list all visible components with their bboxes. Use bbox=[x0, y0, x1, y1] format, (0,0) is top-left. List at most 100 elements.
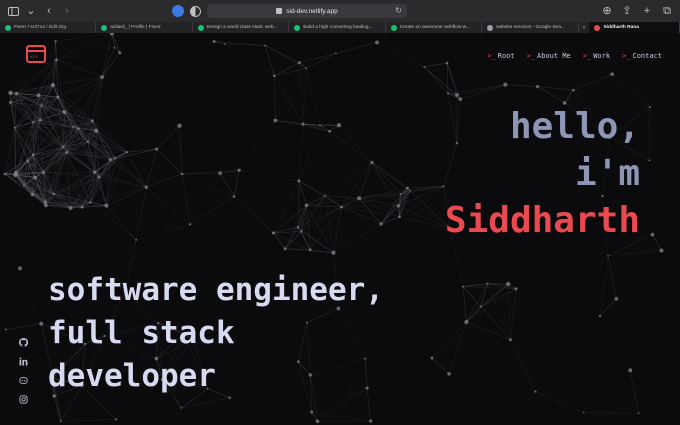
tab-label: Siddharth Rana bbox=[603, 25, 639, 30]
network-edge bbox=[179, 125, 183, 174]
github-icon[interactable] bbox=[19, 338, 28, 347]
network-node bbox=[59, 420, 62, 423]
network-node bbox=[297, 179, 301, 183]
sidebar-toggle-icon[interactable] bbox=[6, 4, 20, 18]
prompt-icon: >_ bbox=[582, 52, 592, 60]
tab-label: Create an awesome webflow w... bbox=[399, 25, 470, 30]
network-edge bbox=[14, 126, 74, 128]
reader-mode-icon[interactable] bbox=[190, 5, 201, 17]
network-edge bbox=[72, 126, 100, 178]
forward-button[interactable]: › bbox=[60, 4, 74, 18]
network-node bbox=[283, 247, 287, 251]
new-tab-button[interactable]: + bbox=[640, 4, 654, 18]
reload-icon[interactable]: ↻ bbox=[395, 6, 402, 15]
tab-overview-icon[interactable]: ⧉ bbox=[660, 4, 674, 18]
network-node bbox=[118, 51, 122, 55]
nav-label: About Me bbox=[537, 52, 571, 60]
nav-label: Root bbox=[497, 52, 515, 60]
browser-tab[interactable]: Build a high converting landing... bbox=[289, 22, 386, 33]
address-bar[interactable]: sid-dev.netlify.app ↻ bbox=[207, 4, 407, 18]
nav-root[interactable]: >_ Root bbox=[487, 52, 514, 60]
network-edge bbox=[233, 196, 274, 234]
browser-tab[interactable]: Fiverr / sr4714 / Edit Gig bbox=[0, 22, 97, 33]
tab-close-icon[interactable]: × bbox=[579, 22, 590, 33]
network-edge bbox=[505, 84, 538, 87]
hero-name: Siddharth bbox=[444, 200, 640, 241]
network-edge bbox=[299, 53, 337, 63]
network-edge bbox=[371, 162, 400, 218]
network-edge bbox=[329, 131, 373, 163]
network-node bbox=[114, 418, 118, 421]
network-edge bbox=[333, 198, 360, 253]
tab-label: website services - Google Sea... bbox=[496, 25, 565, 30]
network-node bbox=[398, 215, 401, 219]
network-node bbox=[39, 321, 44, 326]
browser-tab[interactable]: Siddharth Rana bbox=[589, 22, 680, 33]
network-node bbox=[301, 122, 305, 126]
browser-tab[interactable]: Design a world class static web... bbox=[193, 22, 290, 33]
network-node bbox=[508, 338, 512, 342]
network-edge bbox=[466, 321, 511, 340]
network-edge bbox=[19, 268, 42, 324]
download-icon[interactable]: ⊕ bbox=[600, 4, 614, 18]
network-node bbox=[50, 82, 56, 88]
network-edge bbox=[480, 306, 511, 340]
network-edge bbox=[341, 162, 373, 208]
network-node bbox=[315, 419, 320, 424]
network-node bbox=[399, 193, 402, 195]
network-node bbox=[30, 192, 35, 197]
nav-work[interactable]: >_ Work bbox=[583, 52, 610, 60]
network-node bbox=[180, 172, 184, 176]
network-node bbox=[65, 151, 69, 154]
network-edge bbox=[358, 162, 373, 199]
network-node bbox=[336, 122, 342, 128]
network-edge bbox=[487, 283, 511, 340]
network-node bbox=[409, 189, 411, 192]
instagram-icon[interactable] bbox=[19, 395, 28, 404]
network-edge bbox=[341, 206, 400, 218]
address-url[interactable]: sid-dev.netlify.app bbox=[286, 8, 337, 15]
site-logo-icon[interactable]: </> bbox=[26, 45, 46, 63]
network-node bbox=[572, 88, 575, 92]
network-edge bbox=[446, 63, 449, 94]
network-node bbox=[89, 201, 92, 204]
network-edge bbox=[573, 73, 613, 91]
browser-tab[interactable]: azilard_ | Profile | Fiverr bbox=[96, 22, 193, 33]
discord-icon[interactable] bbox=[19, 376, 28, 385]
network-edge bbox=[56, 47, 115, 61]
network-edge bbox=[424, 66, 461, 100]
tagline-line: software engineer, bbox=[48, 272, 384, 308]
network-node bbox=[598, 314, 602, 318]
network-edge bbox=[341, 206, 382, 225]
lock-icon bbox=[276, 8, 283, 14]
network-edge bbox=[189, 196, 235, 225]
network-edge bbox=[126, 151, 183, 175]
network-edge bbox=[135, 224, 191, 241]
network-node bbox=[479, 305, 482, 308]
network-edge bbox=[265, 45, 307, 69]
browser-toolbar: ⌄ ‹ › sid-dev.netlify.app ↻ ⊕ ⇪ + ⧉ bbox=[0, 0, 680, 22]
network-edge bbox=[341, 205, 399, 208]
browser-tab[interactable]: Create an awesome webflow w... bbox=[386, 22, 483, 33]
network-edge bbox=[53, 176, 100, 195]
network-edge bbox=[297, 227, 334, 254]
tab-strip: Fiverr / sr4714 / Edit Gig azilard_ | Pro… bbox=[0, 22, 680, 33]
linkedin-icon[interactable] bbox=[19, 357, 28, 366]
network-node bbox=[273, 74, 276, 78]
privacy-shield-icon[interactable] bbox=[172, 5, 184, 17]
network-edge bbox=[462, 286, 467, 323]
network-node bbox=[155, 147, 159, 151]
back-button[interactable]: ‹ bbox=[42, 4, 56, 18]
browser-tab[interactable]: website services - Google Sea... bbox=[482, 22, 579, 33]
network-node bbox=[264, 44, 267, 47]
network-node bbox=[113, 46, 116, 49]
nav-about-me[interactable]: >_ About Me bbox=[527, 52, 571, 60]
network-node bbox=[447, 372, 451, 376]
tab-favicon-icon bbox=[487, 24, 494, 31]
nav-contact[interactable]: >_ Contact bbox=[622, 52, 662, 60]
network-edge bbox=[398, 205, 451, 229]
network-node bbox=[375, 40, 380, 45]
tagline-line: full stack bbox=[48, 315, 235, 351]
share-icon[interactable]: ⇪ bbox=[620, 4, 634, 18]
chevron-down-icon[interactable]: ⌄ bbox=[24, 4, 38, 18]
